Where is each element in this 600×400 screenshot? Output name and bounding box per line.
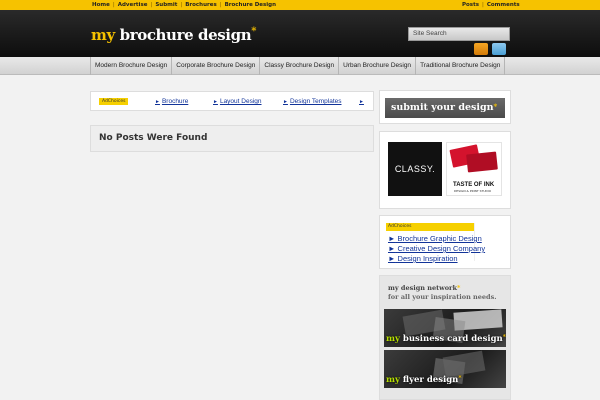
sidebar-ad-link-design-inspiration[interactable]: ► Design Inspiration xyxy=(388,254,458,263)
taste-of-ink-ad[interactable]: TASTE OF INK DESIGN & PRINT STUDIO xyxy=(446,142,502,196)
twitter-icon[interactable] xyxy=(492,43,506,55)
social-icons xyxy=(474,43,506,55)
flyer-design-banner[interactable]: my flyer design* xyxy=(384,350,506,388)
adchoices-badge[interactable]: AdChoices xyxy=(386,223,474,231)
taste-of-ink-label: TASTE OF INK xyxy=(453,182,495,188)
classy-ad[interactable]: CLASSY. xyxy=(388,142,442,196)
rss-icon[interactable] xyxy=(474,43,488,55)
design-network-box: my design network* for all your inspirat… xyxy=(379,275,511,400)
ad-link-bar: AdChoices ► Brochure ► Layout Design ► Desi… xyxy=(90,91,374,111)
separator: | xyxy=(482,2,484,8)
banner-star: * xyxy=(458,375,462,382)
banner-my: my xyxy=(386,375,400,385)
image-ads-box: CLASSY. TASTE OF INK DESIGN & PRINT STUD… xyxy=(379,131,511,209)
arrow-icon: ► xyxy=(283,99,288,105)
top-link-home[interactable]: Home xyxy=(92,2,110,8)
separator: | xyxy=(180,2,183,8)
business-card-image xyxy=(466,151,498,173)
top-bar: Home | Advertise | Submit | Brochures | … xyxy=(0,0,600,10)
nav-item-traditional[interactable]: Traditional Brochure Design xyxy=(416,57,506,75)
ad-link-layout-design[interactable]: ► Layout Design xyxy=(213,98,262,105)
site-header: my brochure design* Site Search xyxy=(0,10,600,57)
top-link-submit[interactable]: Submit xyxy=(155,2,177,8)
arrow-icon: ► xyxy=(388,234,396,243)
nav-item-classy[interactable]: Classy Brochure Design xyxy=(260,57,340,75)
top-nav-right: Posts | Comments xyxy=(462,2,520,8)
nav-item-modern[interactable]: Modern Brochure Design xyxy=(90,57,173,75)
network-title: my design network* xyxy=(388,284,460,292)
ad-link-label: Layout Design xyxy=(219,98,262,105)
taste-of-ink-sub: DESIGN & PRINT STUDIO xyxy=(454,189,492,193)
banner-my: my xyxy=(386,334,400,344)
no-posts-message: No Posts Were Found xyxy=(90,125,374,152)
business-card-design-banner[interactable]: my business card design* xyxy=(384,309,506,347)
arrow-icon: ► xyxy=(155,99,160,105)
arrow-icon: ► xyxy=(359,99,364,105)
network-subtitle: for all your inspiration needs. xyxy=(388,293,497,301)
banner-label: my business card design* xyxy=(386,334,506,344)
top-nav-left: Home | Advertise | Submit | Brochures | … xyxy=(92,2,276,8)
submit-box: submit your design* xyxy=(379,90,511,124)
submit-design-button[interactable]: submit your design* xyxy=(385,98,505,118)
separator: | xyxy=(219,2,222,8)
banner-text: flyer design xyxy=(399,375,459,385)
ad-link-brochure[interactable]: ► Brochure xyxy=(155,98,188,105)
sidebar-ad-link-label: Creative Design Company xyxy=(397,244,486,253)
sidebar-ad-links: AdChoices ► Brochure Graphic Design ► Cr… xyxy=(379,215,511,269)
nav-item-corporate[interactable]: Corporate Brochure Design xyxy=(172,57,261,75)
search-input[interactable]: Site Search xyxy=(408,27,510,41)
arrow-icon: ► xyxy=(213,99,218,105)
network-title-text: my design network xyxy=(388,284,457,292)
separator: | xyxy=(150,2,153,8)
nav-items: Modern Brochure Design Corporate Brochur… xyxy=(90,57,506,75)
category-nav: Modern Brochure Design Corporate Brochur… xyxy=(0,57,600,75)
submit-label: submit your design xyxy=(391,102,494,113)
banner-text: business card design xyxy=(399,334,503,344)
banner-label: my flyer design* xyxy=(386,375,462,385)
top-link-brochures[interactable]: Brochures xyxy=(185,2,217,8)
sidebar-ad-link-brochure-graphic[interactable]: ► Brochure Graphic Design xyxy=(388,234,482,243)
arrow-icon: ► xyxy=(388,244,396,253)
sidebar-ad-link-label: Brochure Graphic Design xyxy=(397,234,482,243)
banner-star: * xyxy=(502,334,506,341)
ad-link-label: Brochure xyxy=(161,98,189,105)
adchoices-badge[interactable]: AdChoices xyxy=(99,98,129,105)
submit-star: * xyxy=(493,102,498,111)
logo-text: brochure design xyxy=(119,26,252,44)
top-link-posts[interactable]: Posts xyxy=(462,2,479,8)
separator: | xyxy=(112,2,115,8)
arrow-icon: ► xyxy=(388,254,396,263)
banner-image xyxy=(442,350,486,378)
network-star: * xyxy=(456,284,461,292)
sidebar-ad-link-label: Design Inspiration xyxy=(397,254,458,263)
nav-item-urban[interactable]: Urban Brochure Design xyxy=(339,57,417,75)
logo-my: my xyxy=(91,26,115,44)
sidebar-ad-link-creative-design[interactable]: ► Creative Design Company xyxy=(388,244,485,253)
top-link-brochure-design[interactable]: Brochure Design xyxy=(225,2,276,8)
ad-link-label: Design Templates xyxy=(289,98,342,105)
site-logo[interactable]: my brochure design* xyxy=(91,26,256,44)
ad-link-design-templates[interactable]: ► Design Templates xyxy=(283,98,342,105)
ad-link-more[interactable]: ► xyxy=(359,98,366,105)
top-link-advertise[interactable]: Advertise xyxy=(118,2,148,8)
top-link-comments[interactable]: Comments xyxy=(487,2,520,8)
logo-star: * xyxy=(251,26,257,37)
